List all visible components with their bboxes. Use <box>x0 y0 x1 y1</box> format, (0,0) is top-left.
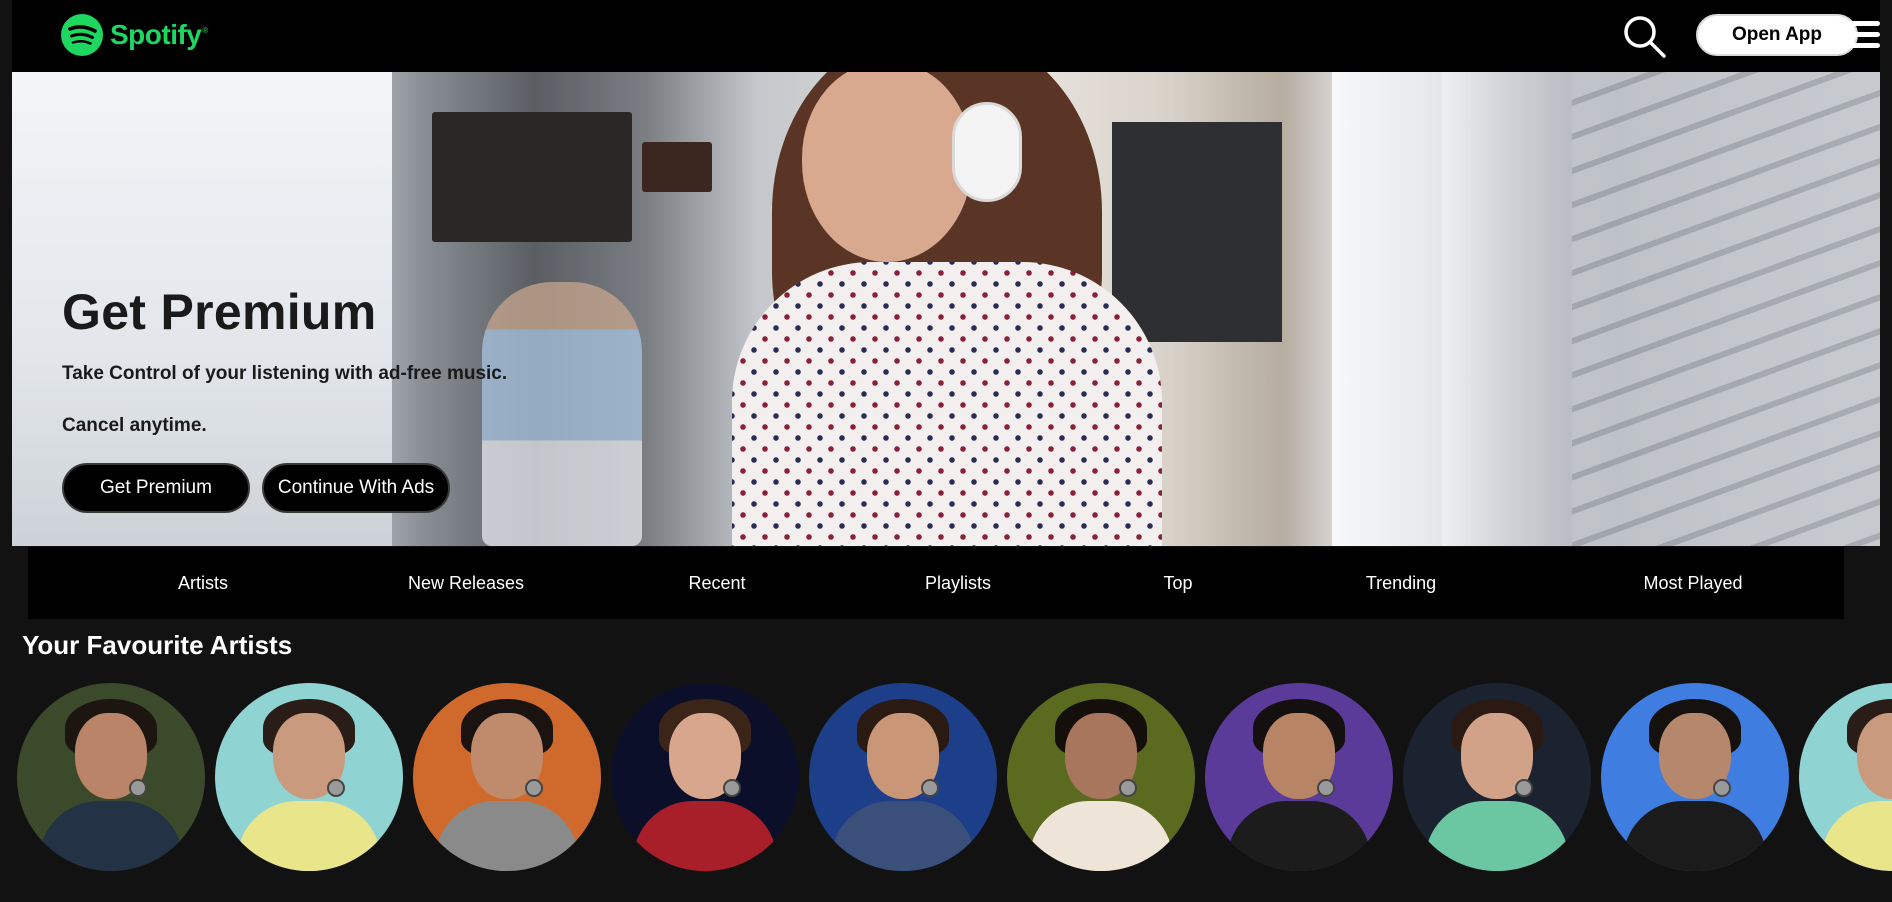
artist-card[interactable] <box>413 683 601 871</box>
top-navbar: Spotify ® Open App <box>12 0 1880 72</box>
tab-new-releases[interactable]: New Releases <box>366 547 566 619</box>
microphone-icon <box>1317 779 1335 797</box>
microphone-icon <box>1119 779 1137 797</box>
artist-card[interactable] <box>1799 683 1892 871</box>
hamburger-menu-icon <box>1846 21 1880 48</box>
hero-photo-tv <box>432 112 632 242</box>
spotify-logo-icon <box>61 14 103 56</box>
tab-top[interactable]: Top <box>1128 547 1228 619</box>
hero-title: Get Premium <box>62 284 377 340</box>
favourite-artists-title: Your Favourite Artists <box>22 630 293 660</box>
microphone-icon <box>723 779 741 797</box>
search-icon <box>1624 16 1666 58</box>
artist-card[interactable] <box>215 683 403 871</box>
tab-artists[interactable]: Artists <box>128 547 278 619</box>
favourite-artists-row <box>17 683 1892 871</box>
artist-card[interactable] <box>611 683 799 871</box>
artist-card[interactable] <box>1601 683 1789 871</box>
microphone-icon <box>921 779 939 797</box>
menu-button[interactable] <box>1844 16 1884 56</box>
hero-photo-blackboard <box>1112 122 1282 342</box>
microphone-icon <box>129 779 147 797</box>
artist-card[interactable] <box>17 683 205 871</box>
microphone-icon <box>1515 779 1533 797</box>
hero-note: Cancel anytime. <box>62 415 207 436</box>
hero-photo-stairs <box>1572 72 1880 546</box>
microphone-icon <box>1713 779 1731 797</box>
open-app-button[interactable]: Open App <box>1696 14 1858 56</box>
headphones-image <box>952 102 1022 202</box>
spotify-logo[interactable]: Spotify ® <box>60 12 208 58</box>
search-button[interactable] <box>1622 14 1668 60</box>
tab-playlists[interactable]: Playlists <box>883 547 1033 619</box>
get-premium-button[interactable]: Get Premium <box>62 463 250 513</box>
logo-wordmark: Spotify <box>110 19 202 50</box>
continue-with-ads-button[interactable]: Continue With Ads <box>262 463 450 513</box>
artist-card[interactable] <box>1205 683 1393 871</box>
hero-text-block: Get Premium Take Control of your listeni… <box>62 287 507 437</box>
tab-most-played[interactable]: Most Played <box>1598 547 1788 619</box>
artist-card[interactable] <box>1007 683 1195 871</box>
hero-photo-frame <box>642 142 712 192</box>
microphone-icon <box>525 779 543 797</box>
hero-banner: Get Premium Take Control of your listeni… <box>12 72 1880 546</box>
tab-recent[interactable]: Recent <box>652 547 782 619</box>
artist-card[interactable] <box>1403 683 1591 871</box>
hero-subtitle: Take Control of your listening with ad-f… <box>62 363 508 384</box>
hero-photo-woman-shirt <box>732 262 1162 546</box>
hero-photo-pillar <box>1332 72 1442 546</box>
logo-trademark: ® <box>202 25 209 35</box>
artist-card[interactable] <box>809 683 997 871</box>
tab-trending[interactable]: Trending <box>1326 547 1476 619</box>
microphone-icon <box>327 779 345 797</box>
hero-buttons: Get Premium Continue With Ads <box>62 463 450 513</box>
category-tabs: Artists New Releases Recent Playlists To… <box>28 547 1844 619</box>
